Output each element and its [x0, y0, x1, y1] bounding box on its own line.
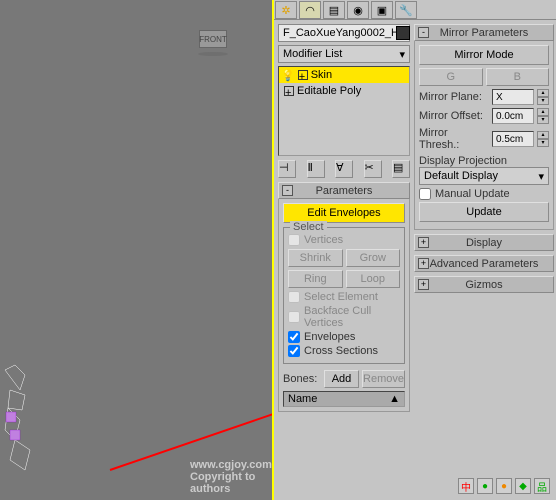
show-end-result-button[interactable]: Ⅱ	[307, 160, 325, 178]
tab-utilities[interactable]: 🔧	[395, 1, 417, 19]
minus-icon: -	[282, 185, 293, 196]
status-icon-2[interactable]: ●	[477, 478, 493, 494]
rollup-advanced-header[interactable]: +Advanced Parameters	[414, 255, 554, 272]
backface-cull-checkbox[interactable]: Backface Cull Vertices	[288, 305, 400, 329]
status-icon-4[interactable]: ◆	[515, 478, 531, 494]
status-icon-5[interactable]: 品	[534, 478, 550, 494]
viewport-wireframe	[0, 360, 40, 480]
tab-hierarchy[interactable]: ▤	[323, 1, 345, 19]
update-button[interactable]: Update	[419, 202, 549, 222]
tab-motion[interactable]: ◉	[347, 1, 369, 19]
expand-box-icon[interactable]: +	[298, 70, 308, 80]
bones-list-header[interactable]: Name▲	[283, 391, 405, 407]
bones-label: Bones:	[283, 373, 321, 385]
remove-bone-button: Remove	[362, 370, 405, 388]
status-icon-3[interactable]: ●	[496, 478, 512, 494]
mirror-mode-button[interactable]: Mirror Mode	[419, 45, 549, 65]
rollup-display-header[interactable]: +Display	[414, 234, 554, 251]
tab-display[interactable]: ▣	[371, 1, 393, 19]
mirror-plane-dropdown[interactable]: X	[492, 89, 534, 105]
expand-box-icon[interactable]: +	[284, 86, 294, 96]
modifier-list-dropdown[interactable]: Modifier List▾	[278, 45, 410, 63]
manual-update-checkbox[interactable]: Manual Update	[419, 188, 549, 200]
watermark: www.cgjoy.com Copyright to authors	[190, 459, 272, 495]
object-name-field[interactable]: F_CaoXueYang0002_HD	[278, 24, 410, 42]
select-element-checkbox[interactable]: Select Element	[288, 291, 400, 303]
command-toolbar: ✲ ◠ ▤ ◉ ▣ 🔧	[274, 0, 556, 20]
modifier-editable-poly[interactable]: +Editable Poly	[279, 83, 409, 99]
envelopes-checkbox[interactable]: Envelopes	[288, 331, 400, 343]
remove-modifier-button[interactable]: ✂	[364, 160, 382, 178]
mirror-plane-label: Mirror Plane:	[419, 91, 489, 103]
plus-icon: +	[418, 279, 429, 290]
lightbulb-icon: 💡	[281, 69, 295, 82]
tab-modify[interactable]: ◠	[299, 1, 321, 19]
viewport-cube-shadow	[198, 52, 228, 56]
vertices-checkbox[interactable]: Vertices	[288, 234, 400, 246]
color-swatch[interactable]	[396, 26, 410, 40]
ring-button: Ring	[288, 270, 343, 288]
mirror-thresh-label: Mirror Thresh.:	[419, 127, 489, 151]
loop-button: Loop	[346, 270, 401, 288]
configure-sets-button[interactable]: ▤	[392, 160, 410, 178]
rollup-gizmos-header[interactable]: +Gizmos	[414, 276, 554, 293]
mirror-thresh-spinner[interactable]: 0.5cm	[492, 131, 534, 147]
chevron-down-icon: ▾	[538, 170, 544, 183]
cross-sections-checkbox[interactable]: Cross Sections	[288, 345, 400, 357]
mirror-offset-label: Mirror Offset:	[419, 110, 489, 122]
edit-envelopes-button[interactable]: Edit Envelopes	[283, 203, 405, 223]
shrink-button: Shrink	[288, 249, 343, 267]
select-group-label: Select	[290, 221, 327, 233]
paste-blue-button: B	[486, 68, 550, 86]
status-icons: 中 ● ● ◆ 品	[458, 478, 550, 494]
chevron-down-icon: ▾	[399, 48, 405, 61]
plus-icon: +	[418, 237, 429, 248]
mirror-offset-spinner[interactable]: 0.0cm	[492, 108, 534, 124]
add-bone-button[interactable]: Add	[324, 370, 359, 388]
paste-green-button: G	[419, 68, 483, 86]
modifier-skin[interactable]: 💡+Skin	[279, 67, 409, 83]
modifier-stack[interactable]: 💡+Skin +Editable Poly	[278, 66, 410, 156]
rollup-parameters-header[interactable]: -Parameters	[278, 182, 410, 199]
pin-stack-button[interactable]: ⊣	[278, 160, 296, 178]
tab-create[interactable]: ✲	[275, 1, 297, 19]
display-projection-label: Display Projection	[419, 155, 549, 167]
display-projection-dropdown[interactable]: Default Display▾	[419, 167, 549, 185]
plus-icon: +	[418, 258, 429, 269]
make-unique-button[interactable]: ∀	[335, 160, 353, 178]
status-icon-1[interactable]: 中	[458, 478, 474, 494]
rollup-mirror-header[interactable]: -Mirror Parameters	[414, 24, 554, 41]
modifier-stack-toolbar: ⊣ Ⅱ ∀ ✂ ▤	[278, 160, 410, 178]
grow-button: Grow	[346, 249, 401, 267]
minus-icon: -	[418, 27, 429, 38]
viewport-cube-front[interactable]: FRONT	[199, 30, 227, 48]
sort-icon[interactable]: ▲	[389, 393, 400, 405]
